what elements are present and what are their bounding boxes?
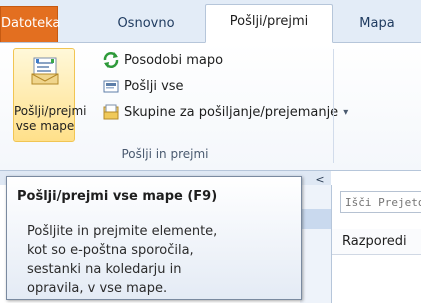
- ribbon-tab-strip: Datoteka Osnovno Pošlji/prejmi Mapa: [0, 0, 421, 43]
- tooltip-title: Pošlji/prejmi vse mape (F9): [17, 189, 218, 204]
- ribbon-group-separator: [333, 49, 334, 163]
- tab-folder[interactable]: Mapa: [333, 7, 421, 41]
- tooltip-description: Pošljite in prejmite elemente, kot so e-…: [27, 222, 287, 298]
- send-all-icon: [103, 80, 119, 93]
- send-receive-all-label-line2: vse mape: [15, 119, 75, 133]
- navigation-selected-item[interactable]: [300, 209, 331, 229]
- send-receive-all-folders-button[interactable]: Pošlji/prejmi vse mape: [13, 48, 87, 142]
- ribbon: Pošlji/prejmi vse mape Posodobi mapo Poš…: [0, 43, 421, 171]
- update-folder-button[interactable]: Posodobi mapo: [102, 49, 223, 71]
- search-box[interactable]: [340, 191, 421, 213]
- update-folder-icon: [103, 52, 119, 68]
- send-all-label: Pošlji vse: [124, 78, 184, 94]
- tab-send-receive[interactable]: Pošlji/prejmi: [205, 4, 333, 43]
- tooltip-line: Pošljite in prejmite elemente,: [27, 224, 218, 239]
- tooltip-line: kot so e-poštna sporočila,: [27, 243, 194, 258]
- send-receive-all-label-line1: Pošlji/prejmi: [14, 104, 87, 118]
- tooltip-line: sestanki na koledarju in: [27, 262, 182, 277]
- send-all-button[interactable]: Pošlji vse: [102, 75, 184, 97]
- navigation-pane: [300, 185, 332, 303]
- tab-home[interactable]: Osnovno: [103, 7, 189, 41]
- send-receive-all-label: Pošlji/prejmi vse mape: [14, 104, 87, 134]
- chevron-down-icon: ▾: [343, 106, 349, 118]
- ribbon-group-label: Pošlji in prejmi: [121, 147, 209, 161]
- send-receive-groups-icon: [103, 104, 119, 120]
- send-receive-all-icon: [31, 57, 59, 85]
- tab-file[interactable]: Datoteka: [0, 6, 60, 42]
- tooltip: Pošlji/prejmi vse mape (F9) Pošljite in …: [6, 176, 302, 300]
- tooltip-line: opravila, v vse mape.: [27, 281, 168, 296]
- arrange-by-header[interactable]: Razporedi: [332, 229, 421, 255]
- send-receive-groups-button[interactable]: Skupine za pošiljanje/prejemanje ▾: [102, 101, 348, 123]
- search-input[interactable]: [341, 192, 421, 212]
- send-receive-groups-label: Skupine za pošiljanje/prejemanje: [124, 104, 339, 120]
- update-folder-label: Posodobi mapo: [124, 52, 224, 68]
